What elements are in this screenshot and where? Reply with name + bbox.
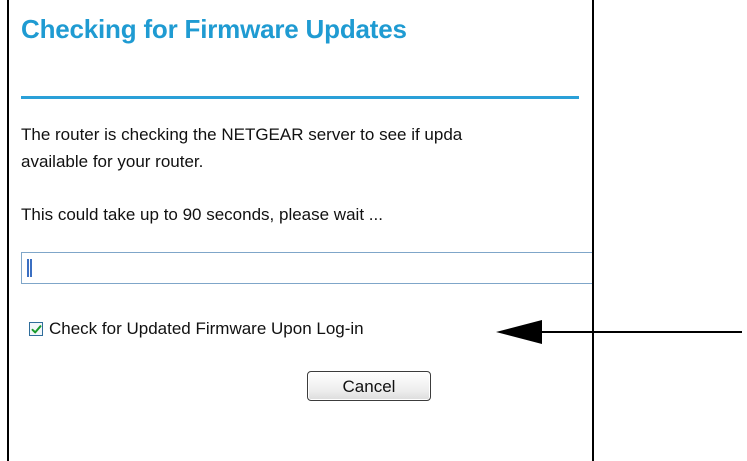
checkmark-icon bbox=[31, 325, 42, 334]
message-line-2: available for your router. bbox=[21, 152, 204, 171]
title-divider bbox=[21, 96, 579, 99]
firmware-update-dialog: Checking for Firmware Updates The router… bbox=[7, 0, 594, 461]
check-firmware-on-login-row[interactable]: Check for Updated Firmware Upon Log-in bbox=[29, 318, 364, 340]
arrow-left-icon bbox=[496, 320, 742, 344]
progress-bar bbox=[21, 252, 592, 284]
progress-fill bbox=[27, 259, 32, 277]
cancel-button[interactable]: Cancel bbox=[307, 371, 431, 401]
message-line-1: The router is checking the NETGEAR serve… bbox=[21, 125, 463, 144]
screenshot-stage: Checking for Firmware Updates The router… bbox=[0, 0, 747, 461]
check-firmware-on-login-label: Check for Updated Firmware Upon Log-in bbox=[49, 319, 364, 338]
dialog-title: Checking for Firmware Updates bbox=[21, 14, 407, 44]
wait-message: This could take up to 90 seconds, please… bbox=[21, 205, 383, 224]
check-firmware-on-login-checkbox[interactable] bbox=[29, 322, 43, 336]
